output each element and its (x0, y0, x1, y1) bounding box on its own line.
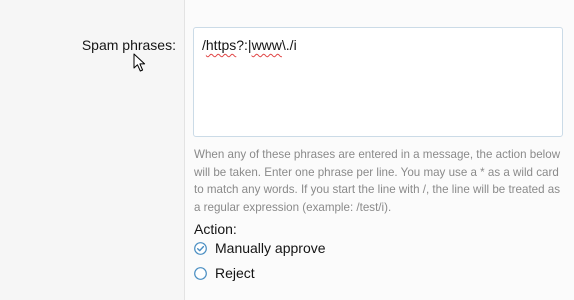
textarea-text-part: ?:| (236, 37, 252, 53)
textarea-text-part-misspelled: www (251, 37, 282, 53)
mouse-pointer-icon (133, 53, 146, 72)
spam-phrases-textarea[interactable]: /https?:|www\./i (193, 27, 563, 137)
radio-option-label: Reject (215, 265, 255, 281)
radio-option-label: Manually approve (215, 240, 326, 256)
action-label: Action: (194, 221, 237, 237)
textarea-text-part: \./i (281, 37, 297, 53)
radio-option-reject[interactable]: Reject (194, 265, 255, 281)
textarea-text-part-misspelled: https (205, 37, 237, 53)
radio-unchecked-icon[interactable] (194, 266, 207, 280)
radio-checked-icon[interactable] (194, 241, 207, 255)
radio-option-manually-approve[interactable]: Manually approve (194, 240, 326, 256)
help-text: When any of these phrases are entered in… (194, 148, 561, 214)
spam-phrases-label: Spam phrases: (81, 37, 176, 53)
